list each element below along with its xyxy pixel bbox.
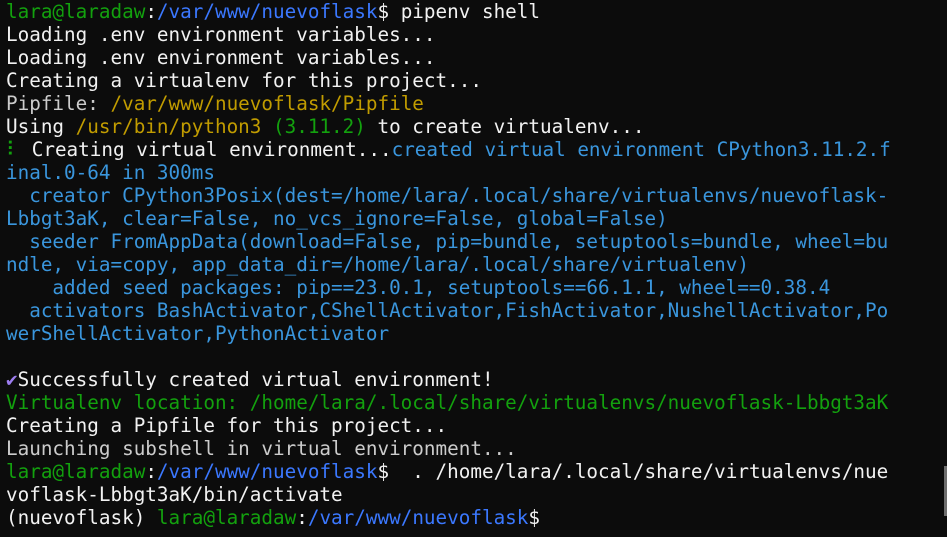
- terminal-text: seeder FromAppData(download=False, pip=b…: [6, 230, 889, 253]
- terminal-text: Using: [6, 115, 76, 138]
- terminal-text: creator CPython3Posix(dest=/home/lara/.l…: [6, 184, 889, 207]
- terminal-line: added seed packages: pip==23.0.1, setupt…: [6, 276, 947, 299]
- checkmark-icon: ✔: [6, 368, 18, 391]
- prompt-user-host: lara@laradaw: [6, 460, 146, 483]
- terminal-text: activators BashActivator,CShellActivator…: [6, 299, 889, 322]
- terminal-line: creator CPython3Posix(dest=/home/lara/.l…: [6, 184, 947, 207]
- terminal-text: created virtual environment CPython3.11.…: [391, 138, 891, 161]
- terminal-text: Creating virtual environment...: [20, 138, 392, 161]
- prompt-user-host: lara@laradaw: [6, 0, 146, 23]
- prompt-path: /var/www/nuevoflask: [156, 460, 378, 483]
- terminal-line: lara@laradaw:/var/www/nuevoflask$ . /hom…: [6, 460, 947, 483]
- terminal-line: werShellActivator,PythonActivator: [6, 322, 947, 345]
- terminal-text: voflask-Lbbgt3aK/bin/activate: [6, 483, 343, 506]
- terminal-text: Pipfile:: [6, 92, 111, 115]
- terminal-text: $ . /home/lara/.local/share/virtualenvs/…: [377, 460, 889, 483]
- terminal-line: ✔Successfully created virtual environmen…: [6, 368, 947, 391]
- terminal-text: Virtualenv location: /home/lara/.local/s…: [6, 391, 889, 414]
- terminal-line: Loading .env environment variables...: [6, 46, 947, 69]
- spinner-icon: ⠇: [6, 138, 21, 161]
- terminal-text: Loading .env environment variables...: [6, 46, 436, 69]
- terminal-text: $ pipenv shell: [377, 0, 541, 23]
- terminal-line: Pipfile: /var/www/nuevoflask/Pipfile: [6, 92, 947, 115]
- terminal-text: Loading .env environment variables...: [6, 23, 436, 46]
- terminal-text: /usr/bin/python3: [75, 115, 262, 138]
- terminal-text: inal.0-64 in 300ms: [6, 161, 215, 184]
- prompt-path: /var/www/nuevoflask: [307, 506, 529, 529]
- terminal-text: /var/www/nuevoflask/Pipfile: [110, 92, 424, 115]
- terminal-text: :: [296, 506, 308, 529]
- terminal-text: werShellActivator,PythonActivator: [6, 322, 390, 345]
- terminal-text: Successfully created virtual environment…: [17, 368, 494, 391]
- terminal-line: seeder FromAppData(download=False, pip=b…: [6, 230, 947, 253]
- terminal-text: (nuevoflask): [6, 506, 157, 529]
- terminal-line: Creating a Pipfile for this project...: [6, 414, 947, 437]
- terminal-text: Creating a Pipfile for this project...: [6, 414, 448, 437]
- terminal-line: Creating a virtualenv for this project..…: [6, 69, 947, 92]
- terminal-line: lara@laradaw:/var/www/nuevoflask$ pipenv…: [6, 0, 947, 23]
- terminal-text: to create virtualenv...: [365, 115, 645, 138]
- terminal-line: ⠇ Creating virtual environment...created…: [6, 138, 947, 161]
- terminal-line: Loading .env environment variables...: [6, 23, 947, 46]
- terminal-line: voflask-Lbbgt3aK/bin/activate: [6, 483, 947, 506]
- terminal-line: inal.0-64 in 300ms: [6, 161, 947, 184]
- terminal-window[interactable]: lara@laradaw:/var/www/nuevoflask$ pipenv…: [0, 0, 947, 537]
- terminal-text: (3.11.2): [261, 115, 366, 138]
- terminal-text: added seed packages: pip==23.0.1, setupt…: [6, 276, 831, 299]
- terminal-text: :: [145, 0, 157, 23]
- terminal-text: Lbbgt3aK, clear=False, no_vcs_ignore=Fal…: [6, 207, 668, 230]
- terminal-text: $: [528, 506, 541, 529]
- terminal-text: Launching subshell in virtual environmen…: [6, 437, 517, 460]
- terminal-line: (nuevoflask) lara@laradaw:/var/www/nuevo…: [6, 506, 947, 529]
- prompt-path: /var/www/nuevoflask: [156, 0, 378, 23]
- prompt-user-host: lara@laradaw: [156, 506, 297, 529]
- terminal-line: Virtualenv location: /home/lara/.local/s…: [6, 391, 947, 414]
- terminal-line: Lbbgt3aK, clear=False, no_vcs_ignore=Fal…: [6, 207, 947, 230]
- terminal-line: Launching subshell in virtual environmen…: [6, 437, 947, 460]
- terminal-line: activators BashActivator,CShellActivator…: [6, 299, 947, 322]
- terminal-text: Creating a virtualenv for this project..…: [6, 69, 482, 92]
- terminal-line: ndle, via=copy, app_data_dir=/home/lara/…: [6, 253, 947, 276]
- terminal-text: ndle, via=copy, app_data_dir=/home/lara/…: [6, 253, 749, 276]
- terminal-text: :: [145, 460, 157, 483]
- terminal-line: Using /usr/bin/python3 (3.11.2) to creat…: [6, 115, 947, 138]
